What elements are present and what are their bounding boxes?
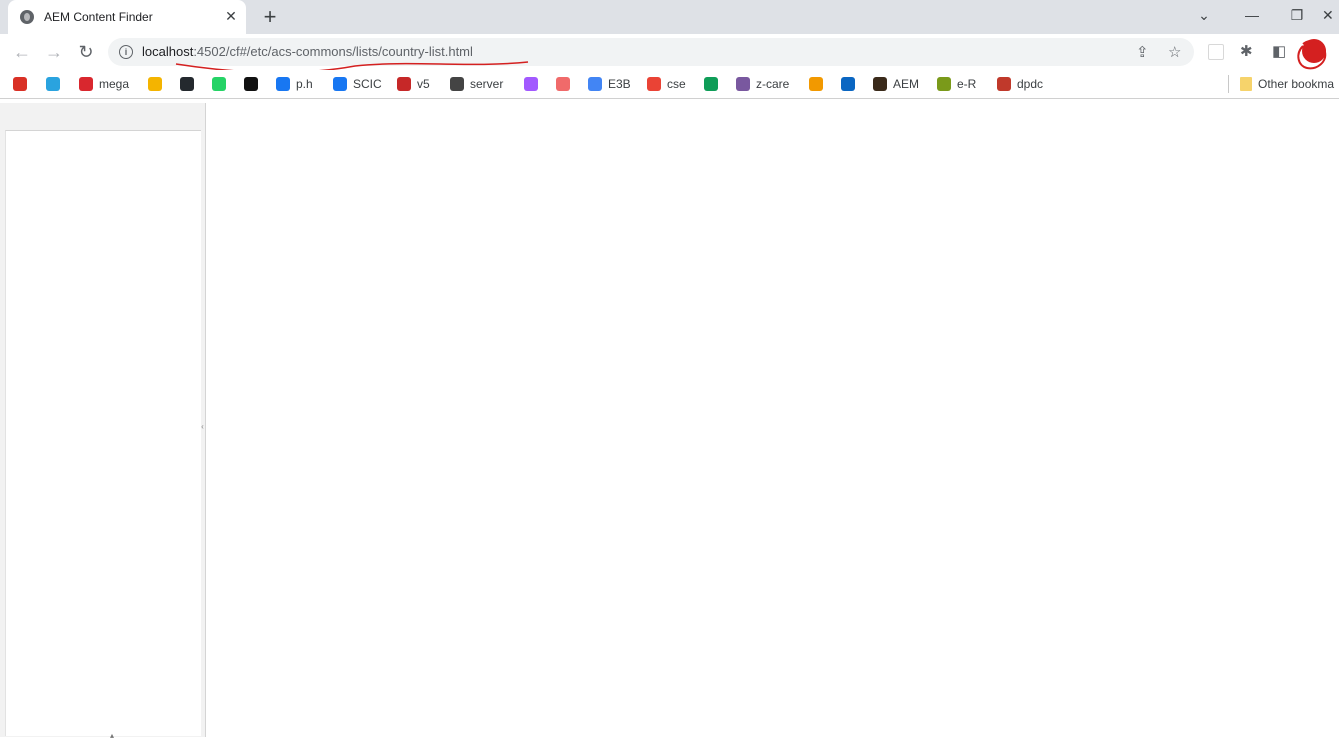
folder-icon	[1240, 77, 1252, 91]
bookmark-item[interactable]: mega	[79, 76, 129, 92]
site-info-icon[interactable]: i	[119, 45, 133, 59]
speedometer-icon	[13, 77, 27, 91]
dots-icon	[397, 77, 411, 91]
restore-button[interactable]: ❐	[1282, 0, 1312, 30]
facebook-icon	[276, 77, 290, 91]
bookmark-item[interactable]	[524, 76, 544, 92]
whatsapp-icon	[212, 77, 226, 91]
telegram-icon	[46, 77, 60, 91]
tab-strip: AEM Content Finder ✕ + ⌄ — ❐ ✕	[0, 0, 1339, 34]
bookmark-item[interactable]: v5	[397, 76, 430, 92]
reload-button[interactable]: ↻	[74, 40, 98, 64]
bookmark-label: v5	[417, 77, 430, 91]
content-finder-sidebar	[0, 103, 206, 737]
ring-icon	[809, 77, 823, 91]
forward-button[interactable]: →	[42, 40, 66, 64]
bookmark-label: e-R	[957, 77, 977, 91]
bookmark-item[interactable]	[148, 76, 168, 92]
server-icon	[450, 77, 464, 91]
bookmark-item[interactable]: E3B	[588, 76, 631, 92]
address-url[interactable]: localhost:4502/cf#/etc/acs-commons/lists…	[142, 44, 473, 59]
minimize-button[interactable]: —	[1237, 0, 1267, 30]
bookmark-label: AEM	[893, 77, 920, 91]
new-tab-button[interactable]: +	[258, 5, 282, 29]
bookmarks-bar: mega p.h SCIC v5 server E3B cse z-care AEM e-R dpd…	[0, 70, 1339, 99]
other-bookmarks-label: Other bookma	[1258, 77, 1335, 91]
address-bar[interactable]: i localhost:4502/cf#/etc/acs-commons/lis…	[108, 38, 1194, 66]
er-icon	[937, 77, 951, 91]
share-icon[interactable]: ⇪	[1136, 43, 1149, 61]
chat-icon	[704, 77, 718, 91]
bookmark-item[interactable]	[841, 76, 861, 92]
content-frame	[206, 103, 1339, 737]
bookmark-item[interactable]: AEM	[873, 76, 919, 92]
url-host: localhost	[142, 44, 194, 59]
bookmark-item[interactable]	[180, 76, 200, 92]
dpdc-icon	[997, 77, 1011, 91]
bookmark-item[interactable]	[212, 76, 232, 92]
asana-icon	[556, 77, 570, 91]
extensions-icon[interactable]: ✱	[1240, 42, 1253, 60]
bookmark-item[interactable]: dpdc	[997, 76, 1043, 92]
mega-icon	[79, 77, 93, 91]
bookmark-label: dpdc	[1017, 77, 1044, 91]
collapse-handle-icon[interactable]: ‹	[200, 410, 205, 444]
bookmark-item[interactable]	[13, 76, 33, 92]
bookmark-item[interactable]	[244, 76, 264, 92]
globe-icon	[20, 10, 34, 24]
github-icon	[180, 77, 194, 91]
facebook-icon	[333, 77, 347, 91]
bookmark-star-icon[interactable]: ☆	[1168, 43, 1181, 61]
bookmark-item[interactable]: SCIC	[333, 76, 382, 92]
aem-icon	[873, 77, 887, 91]
bookmark-item[interactable]	[556, 76, 576, 92]
bookmark-item[interactable]: server	[450, 76, 503, 92]
bookmark-label: mega	[99, 77, 130, 91]
content-finder-results-panel	[5, 130, 201, 736]
bookmark-label: cse	[667, 77, 686, 91]
browser-toolbar: ← → ↻ i localhost:4502/cf#/etc/acs-commo…	[0, 34, 1339, 70]
resize-handle-icon[interactable]: ▴	[110, 731, 114, 740]
window-close-button[interactable]: ✕	[1322, 0, 1339, 30]
bookmark-item[interactable]	[704, 76, 724, 92]
figma-icon	[524, 77, 538, 91]
extension-placeholder-icon[interactable]	[1208, 44, 1224, 60]
bookmark-label: E3B	[608, 77, 631, 91]
hand-icon	[148, 77, 162, 91]
bookmark-item[interactable]: p.h	[276, 76, 313, 92]
bookmark-item[interactable]	[46, 76, 66, 92]
notes-icon	[244, 77, 258, 91]
linkedin-icon	[841, 77, 855, 91]
url-path: :4502/cf#/etc/acs-commons/lists/country-…	[193, 44, 473, 59]
bookmark-item[interactable]: e-R	[937, 76, 976, 92]
browser-tab[interactable]: AEM Content Finder ✕	[8, 0, 246, 34]
bookmark-label: SCIC	[353, 77, 382, 91]
tab-title: AEM Content Finder	[44, 10, 153, 24]
tab-close-icon[interactable]: ✕	[222, 8, 240, 24]
bookmark-label: server	[470, 77, 504, 91]
heroku-icon	[736, 77, 750, 91]
gmail-icon	[647, 77, 661, 91]
bookmark-item[interactable]: z-care	[736, 76, 789, 92]
profile-avatar[interactable]	[1302, 39, 1326, 63]
tab-search-button[interactable]: ⌄	[1189, 0, 1219, 30]
other-bookmarks[interactable]: Other bookma	[1240, 76, 1334, 92]
side-panel-icon[interactable]: ◧	[1272, 42, 1286, 60]
bookmark-item[interactable]	[809, 76, 829, 92]
bookmark-label: p.h	[296, 77, 313, 91]
back-button[interactable]: ←	[10, 40, 34, 64]
bookmark-item[interactable]: cse	[647, 76, 686, 92]
google-icon	[588, 77, 602, 91]
bookmark-label: z-care	[756, 77, 790, 91]
bookmarks-divider	[1228, 75, 1229, 93]
